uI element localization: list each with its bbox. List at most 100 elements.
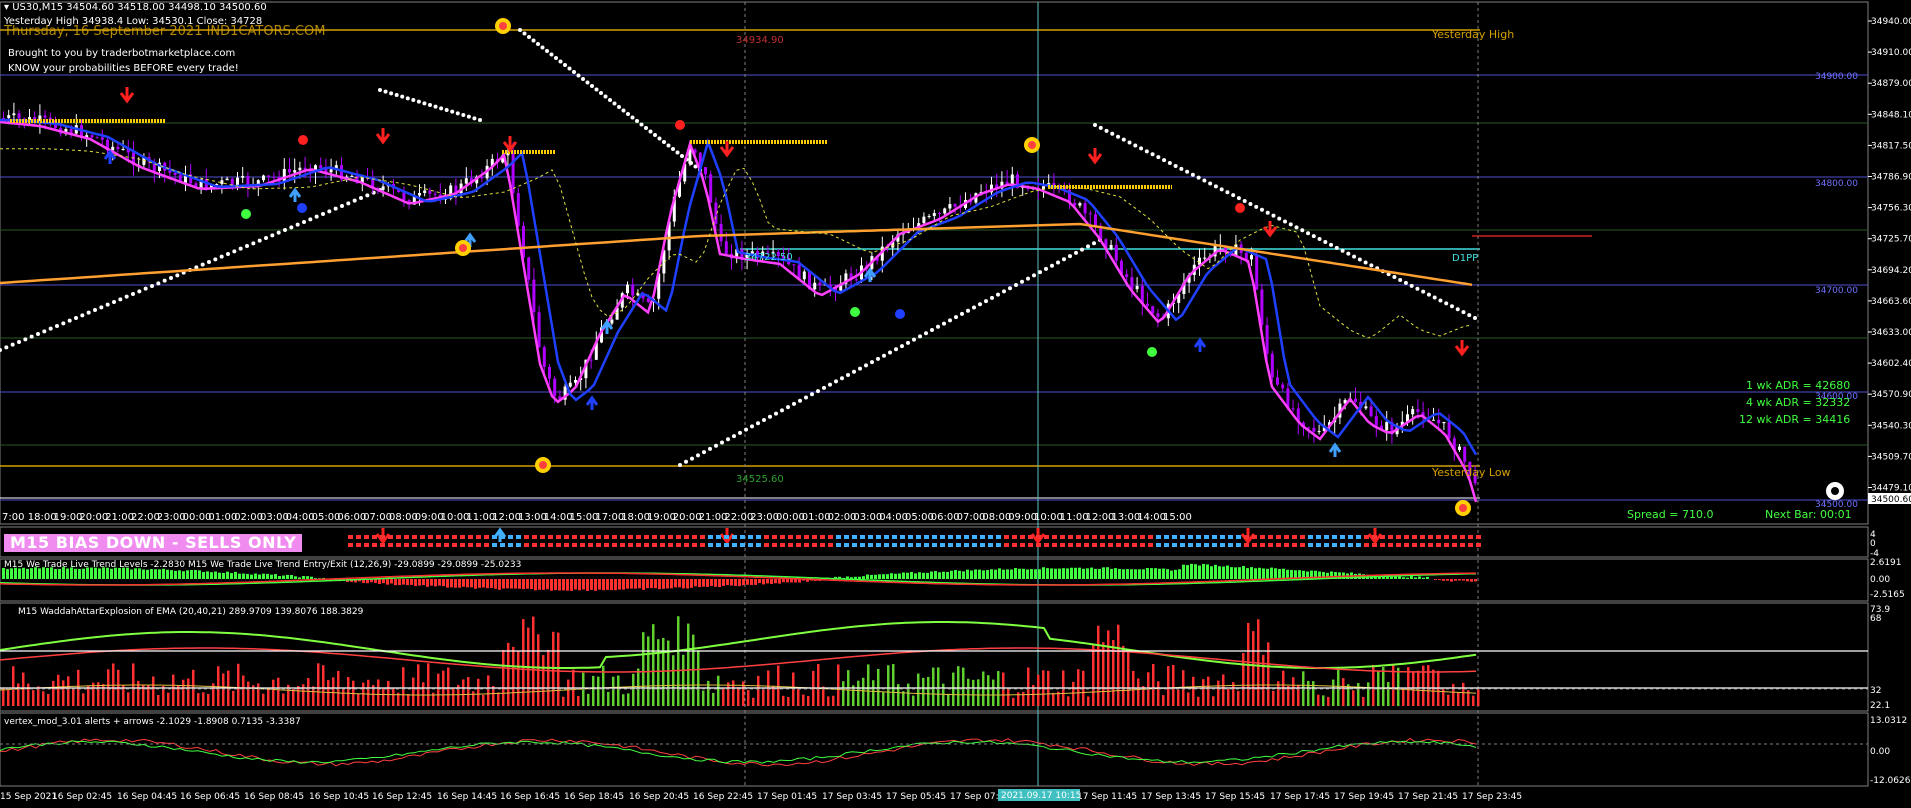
waddah-bar bbox=[2, 688, 5, 706]
waddah-bar bbox=[402, 667, 405, 706]
bias-bar bbox=[1028, 543, 1033, 547]
time-axis-tick: 23:00 bbox=[157, 512, 186, 523]
bias-bar bbox=[596, 535, 601, 539]
bias-bar bbox=[1140, 543, 1145, 547]
bias-bar bbox=[1396, 543, 1401, 547]
bias-bar bbox=[1108, 543, 1113, 547]
bias-bar bbox=[444, 543, 449, 547]
trend-dot bbox=[1254, 204, 1259, 209]
trend-bar bbox=[1162, 568, 1165, 579]
bias-bar bbox=[1276, 543, 1281, 547]
trend-dot bbox=[768, 414, 772, 419]
waddah-bar bbox=[1262, 654, 1265, 706]
trend-axis-bottom: -2.5165 bbox=[1870, 590, 1905, 600]
sell-arrow-icon bbox=[375, 128, 391, 145]
trend-bar bbox=[1266, 568, 1269, 579]
bias-bar bbox=[1164, 543, 1169, 547]
trend-bar bbox=[1102, 567, 1105, 579]
bias-bar bbox=[412, 543, 417, 547]
bias-bar bbox=[420, 535, 425, 539]
price-axis-tick: 34879.00 bbox=[1871, 79, 1911, 89]
price-axis-tick: 34602.40 bbox=[1871, 359, 1911, 369]
waddah-bar bbox=[367, 679, 370, 706]
bias-bar bbox=[700, 543, 705, 547]
trend-dot bbox=[1127, 140, 1132, 145]
bias-histogram bbox=[348, 535, 1481, 547]
bias-bar bbox=[1084, 543, 1089, 547]
bias-bar bbox=[804, 543, 809, 547]
candle-body bbox=[704, 167, 707, 175]
waddah-bar bbox=[1452, 683, 1455, 706]
brought-by: Brought to you by traderbotmarketplace.c… bbox=[8, 48, 236, 59]
trend-dot bbox=[1259, 207, 1264, 212]
waddah-bar bbox=[1207, 676, 1210, 706]
price-axis-tick: 34479.10 bbox=[1871, 484, 1911, 494]
trend-dot bbox=[708, 446, 712, 451]
trend-dot bbox=[567, 66, 572, 71]
waddah-bar bbox=[1352, 690, 1355, 706]
bias-bar bbox=[972, 535, 977, 539]
trend-dot bbox=[1008, 286, 1012, 291]
trend-bar bbox=[586, 579, 589, 591]
waddah-bar bbox=[512, 646, 515, 706]
date-axis-tick: 17 Sep 15:45 bbox=[1205, 792, 1265, 802]
trend-bar bbox=[1114, 568, 1117, 579]
date-axis-tick: 16 Sep 04:45 bbox=[117, 792, 177, 802]
waddah-bar bbox=[1307, 680, 1310, 706]
trend-dot bbox=[175, 273, 180, 278]
trend-bar bbox=[166, 569, 169, 579]
waddah-bar bbox=[962, 667, 965, 706]
collapse-triangle-icon[interactable]: ▾ bbox=[4, 2, 12, 13]
vertex-axis-top: 13.0312 bbox=[1870, 716, 1907, 726]
time-axis-tick: 21:00 bbox=[699, 512, 728, 523]
trend-bar bbox=[382, 579, 385, 584]
trend-bar bbox=[54, 568, 57, 579]
trend-bar bbox=[198, 570, 201, 579]
waddah-bar bbox=[687, 623, 690, 706]
trend-dot bbox=[545, 49, 549, 53]
bias-bar bbox=[1252, 535, 1257, 539]
bias-bar bbox=[1308, 543, 1313, 547]
trend-bar bbox=[1070, 567, 1073, 579]
waddah-bar bbox=[717, 675, 720, 706]
trend-dot bbox=[870, 360, 874, 365]
trend-dot bbox=[810, 392, 814, 397]
candle-body bbox=[527, 257, 531, 280]
candle-body bbox=[709, 174, 713, 203]
waddah-bar bbox=[1112, 640, 1115, 706]
trend-bar bbox=[526, 579, 529, 589]
trading-chart[interactable]: Yesterday High Yesterday Low 34934.90 34… bbox=[0, 0, 1911, 808]
trend-bar bbox=[938, 572, 941, 579]
trend-bar bbox=[1094, 568, 1097, 579]
trend-bar bbox=[922, 572, 925, 579]
trend-dot bbox=[1162, 158, 1167, 163]
trend-bar bbox=[1130, 569, 1133, 579]
candle-body bbox=[1109, 244, 1113, 249]
trend-bar bbox=[770, 579, 773, 584]
bias-bar bbox=[1364, 535, 1369, 539]
candle-body bbox=[927, 216, 931, 218]
trend-dot bbox=[295, 222, 300, 227]
waddah-bar bbox=[242, 675, 245, 706]
waddah-bar bbox=[1327, 696, 1330, 706]
trend-dot bbox=[93, 308, 97, 312]
waddah-bar bbox=[1007, 688, 1010, 706]
bias-bar bbox=[1332, 535, 1337, 539]
trend-dot bbox=[630, 115, 635, 120]
waddah-bar bbox=[57, 674, 60, 706]
waddah-bar bbox=[277, 677, 280, 706]
bias-bar bbox=[548, 535, 553, 539]
bias-bar bbox=[900, 535, 905, 539]
sell-arrow-icon bbox=[119, 87, 135, 104]
waddah-bar bbox=[382, 688, 385, 706]
trend-dot bbox=[55, 324, 59, 328]
trend-dot bbox=[411, 98, 416, 102]
bias-bar bbox=[564, 535, 569, 539]
bias-bar bbox=[1156, 543, 1161, 547]
trend-bar bbox=[858, 576, 861, 579]
trend-bar bbox=[546, 579, 549, 590]
waddah-axis-2: 68 bbox=[1870, 614, 1882, 624]
trend-dot bbox=[828, 382, 832, 387]
candle-body bbox=[7, 115, 11, 119]
trend-dot bbox=[936, 324, 940, 329]
